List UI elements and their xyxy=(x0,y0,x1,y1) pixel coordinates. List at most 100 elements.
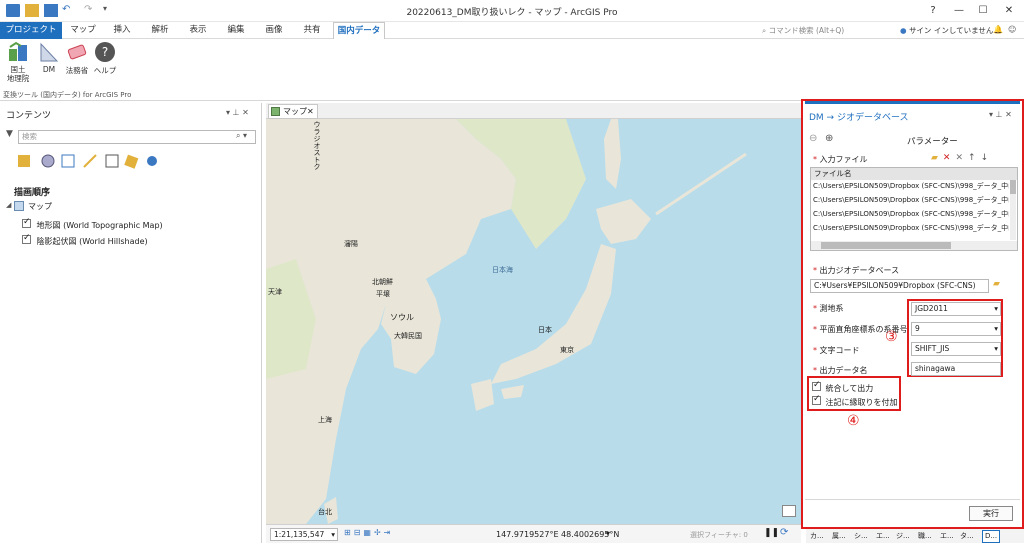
merge-output-checkbox[interactable] xyxy=(812,380,821,391)
ruler-icon xyxy=(38,41,60,63)
browse-folder-icon[interactable]: ▰ xyxy=(931,153,943,163)
tab-view[interactable]: 表示 xyxy=(183,22,213,39)
help-ribbon-button[interactable]: ? ヘルプ xyxy=(93,41,117,76)
smiley-icon[interactable]: ☺ xyxy=(1008,25,1016,34)
table-row[interactable]: C:\Users\EPSILON509\Dropbox (SFC-CNS)\99… xyxy=(811,194,1009,207)
map-label-korea: 大韓民国 xyxy=(394,332,422,340)
map-canvas[interactable] xyxy=(266,119,801,524)
command-search-input[interactable]: コマンド検索 (Alt+Q) xyxy=(769,26,845,35)
map-tab-close-icon[interactable]: ✕ xyxy=(307,105,314,118)
annotation-border-row[interactable]: 注記に縁取りを付加 xyxy=(812,394,898,408)
map-label-vladivostok: ウラジオストク xyxy=(313,121,321,170)
outname-field[interactable]: shinagawa xyxy=(911,362,1001,376)
tab-map[interactable]: マップ xyxy=(68,22,98,39)
contents-toolbar xyxy=(18,153,166,169)
table-row[interactable]: C:\Users\EPSILON509\Dropbox (SFC-CNS)\99… xyxy=(811,222,1009,235)
dm-button[interactable]: DM xyxy=(37,41,61,74)
svg-text:?: ? xyxy=(102,45,108,59)
map-label-sea-of-japan: 日本海 xyxy=(492,266,513,274)
bottom-tab[interactable]: ジ... xyxy=(896,529,910,543)
input-files-table[interactable]: ファイル名 C:\Users\EPSILON509\Dropbox (SFC-C… xyxy=(810,167,1018,251)
search-icon[interactable]: ⌕ ▾ xyxy=(236,131,247,141)
user-icon: ● xyxy=(900,26,907,35)
bottom-tab[interactable]: 属... xyxy=(832,529,846,543)
geoprocessing-pane: DM → ジオデータベース ▾ ⊥ ✕ ⊖ ⊕ パラメーター * 入力ファイル … xyxy=(801,99,1024,529)
bottom-tab[interactable]: カ... xyxy=(810,529,824,543)
map-node-label[interactable]: マップ xyxy=(28,201,52,212)
map-view[interactable]: マップ ✕ ウラジオストク 瀋陽 北朝鮮 平壌 天津 日本海 ソウル 大韓民国 … xyxy=(266,103,801,543)
help-label: ヘルプ xyxy=(93,66,117,75)
forward-icon[interactable]: ⊕ xyxy=(825,133,833,144)
encoding-select[interactable]: SHIFT_JIS ▾ xyxy=(911,342,1001,356)
move-down-icon[interactable]: ↓ xyxy=(981,153,994,163)
map-overview-icon[interactable] xyxy=(782,505,796,517)
annotation-4: ④ xyxy=(847,413,860,429)
vertical-scrollbar[interactable] xyxy=(1010,180,1016,240)
notification-icon[interactable]: 🔔 xyxy=(993,25,1003,34)
signin-status[interactable]: ● サイン インしていません ▾ xyxy=(900,25,1000,36)
remove-icon[interactable]: ✕ xyxy=(943,153,956,163)
browse-gdb-icon[interactable]: ▰ xyxy=(993,279,1000,289)
maximize-button[interactable]: ☐ xyxy=(970,3,996,19)
survey-button[interactable]: 国土 地理院 xyxy=(4,41,32,83)
input-files-toolbar[interactable]: ▰✕✕↑↓ xyxy=(931,153,993,163)
moj-label: 法務省 xyxy=(65,66,89,75)
moj-button[interactable]: 法務省 xyxy=(63,41,91,76)
bottom-tab[interactable]: 職... xyxy=(918,529,932,543)
bottom-tab[interactable]: D... xyxy=(982,530,1001,543)
move-up-icon[interactable]: ↑ xyxy=(968,153,981,163)
map-node-icon xyxy=(14,201,24,211)
tab-share[interactable]: 共有 xyxy=(297,22,327,39)
refresh-icon[interactable]: ⟳ xyxy=(780,527,788,538)
clear-icon[interactable]: ✕ xyxy=(955,153,968,163)
tab-kokunai-data[interactable]: 国内データ xyxy=(333,22,385,40)
datum-select[interactable]: JGD2011 ▾ xyxy=(911,302,1001,316)
coordinate-format-icon[interactable]: ▾ xyxy=(606,529,610,538)
layer-topo-checkbox[interactable] xyxy=(22,217,31,228)
tab-analysis[interactable]: 解析 xyxy=(145,22,175,39)
tab-edit[interactable]: 編集 xyxy=(221,22,251,39)
annotation-border-label: 注記に縁取りを付加 xyxy=(825,398,898,407)
survey-icon xyxy=(7,41,29,63)
output-gdb-field[interactable]: C:¥Users¥EPSILON509¥Dropbox (SFC-CNS) xyxy=(810,279,989,293)
horizontal-scrollbar[interactable] xyxy=(811,241,1017,250)
parameters-tab[interactable]: パラメーター xyxy=(907,135,958,147)
layer-row-hillshade[interactable]: 陰影起伏図 (World Hillshade) xyxy=(22,233,148,247)
back-icon[interactable]: ⊖ xyxy=(809,133,817,144)
layer-hillshade-label: 陰影起伏図 (World Hillshade) xyxy=(36,237,148,246)
minimize-button[interactable]: — xyxy=(946,3,972,19)
map-tools-icons[interactable]: ⊞⊟▦✢⇥ xyxy=(344,528,393,537)
table-row[interactable]: C:\Users\EPSILON509\Dropbox (SFC-CNS)\99… xyxy=(811,180,1009,193)
close-button[interactable]: ✕ xyxy=(996,3,1022,19)
pause-icon[interactable]: ❚❚ xyxy=(764,528,779,538)
map-tab[interactable]: マップ ✕ xyxy=(268,104,318,119)
bottom-tab[interactable]: エ... xyxy=(940,529,954,543)
scale-select[interactable]: 1:21,135,547 ▾ xyxy=(270,528,338,541)
command-search[interactable]: ⌕ コマンド検索 (Alt+Q) xyxy=(762,24,894,37)
contents-search-input[interactable]: 検索 xyxy=(18,130,256,144)
bottom-tab[interactable]: エ... xyxy=(876,529,890,543)
annotation-3: ③ xyxy=(885,329,898,345)
plane-select[interactable]: 9 ▾ xyxy=(911,322,1001,336)
collapse-icon[interactable]: ◢ xyxy=(6,201,11,209)
tab-insert[interactable]: 挿入 xyxy=(107,22,137,39)
map-status-bar: 1:21,135,547 ▾ ⊞⊟▦✢⇥ 147.9719527°E 48.40… xyxy=(266,524,801,543)
bottom-tab[interactable]: タ... xyxy=(960,529,974,543)
window-title: 20220613_DM取り扱いレク - マップ - ArcGIS Pro xyxy=(406,8,618,18)
map-label-tianjin: 天津 xyxy=(268,288,282,296)
pane-menu-icon[interactable]: ▾ ⊥ ✕ xyxy=(989,110,1012,119)
run-button[interactable]: 実行 xyxy=(969,506,1013,521)
help-button[interactable]: ? xyxy=(920,3,946,19)
pane-menu-icon[interactable]: ▾ ⊥ ✕ xyxy=(226,108,249,117)
merge-output-row[interactable]: 統合して出力 xyxy=(812,380,873,394)
table-row[interactable]: C:\Users\EPSILON509\Dropbox (SFC-CNS)\99… xyxy=(811,208,1009,221)
tab-imagery[interactable]: 画像 xyxy=(259,22,289,39)
tab-project[interactable]: プロジェクト xyxy=(0,22,62,39)
bottom-tab[interactable]: シ... xyxy=(854,529,868,543)
layer-hillshade-checkbox[interactable] xyxy=(22,233,31,244)
annotation-border-checkbox[interactable] xyxy=(812,394,821,405)
layer-row-topo[interactable]: 地形図 (World Topographic Map) xyxy=(22,217,163,231)
filter-icon[interactable]: ▼ xyxy=(6,129,13,139)
map-tab-icon xyxy=(271,107,280,116)
coordinate-readout: 147.9719527°E 48.4002695°N xyxy=(496,530,620,539)
